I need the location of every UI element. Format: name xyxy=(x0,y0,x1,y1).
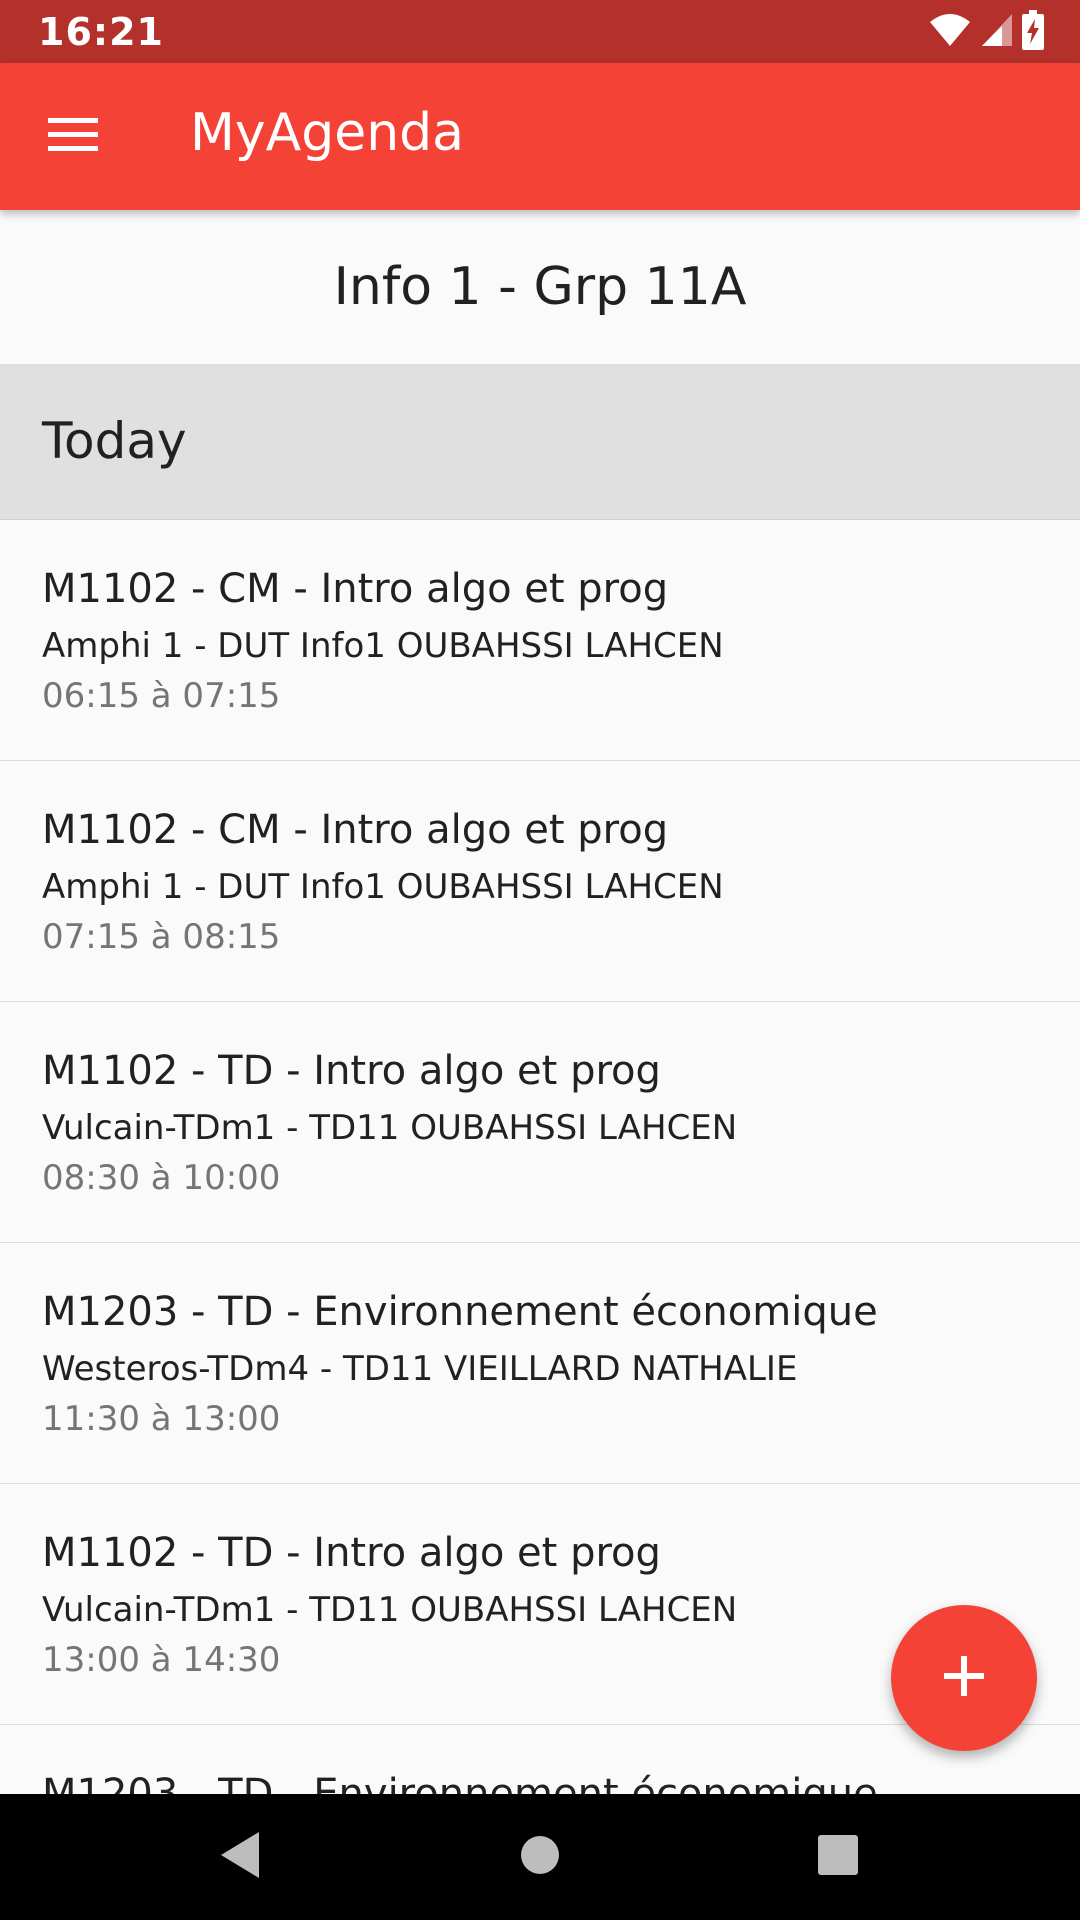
event-title: M1203 - TD - Environnement économique xyxy=(42,1289,878,1335)
home-icon xyxy=(519,1834,561,1880)
section-header-today: Today xyxy=(0,364,1080,520)
event-title: M1203 - TD - Environnement économique xyxy=(42,1771,878,1794)
navigation-bar xyxy=(0,1794,1080,1920)
hamburger-menu-icon xyxy=(48,116,98,156)
back-button[interactable] xyxy=(204,1822,274,1892)
event-time: 08:30 à 10:00 xyxy=(42,1158,281,1198)
recents-icon xyxy=(817,1834,859,1880)
event-location: Amphi 1 - DUT Info1 OUBAHSSI LAHCEN xyxy=(42,867,724,907)
list-item[interactable]: M1102 - TD - Intro algo et prog Vulcain-… xyxy=(0,1002,1080,1243)
battery-charging-icon xyxy=(1022,10,1044,54)
event-time: 07:15 à 08:15 xyxy=(42,917,281,957)
plus-icon xyxy=(942,1654,986,1702)
event-title: M1102 - CM - Intro algo et prog xyxy=(42,807,669,853)
status-bar: 16:21 xyxy=(0,0,1080,63)
event-title: M1102 - TD - Intro algo et prog xyxy=(42,1048,661,1094)
list-item[interactable]: M1203 - TD - Environnement économique We… xyxy=(0,1243,1080,1484)
event-title: M1102 - CM - Intro algo et prog xyxy=(42,566,669,612)
add-event-button[interactable] xyxy=(891,1605,1037,1751)
app-bar: MyAgenda xyxy=(0,63,1080,210)
signal-icon xyxy=(980,12,1014,52)
status-time: 16:21 xyxy=(38,10,164,54)
event-time: 11:30 à 13:00 xyxy=(42,1399,281,1439)
status-icons xyxy=(928,10,1044,54)
recents-button[interactable] xyxy=(803,1822,873,1892)
event-location: Westeros-TDm4 - TD11 VIEILLARD NATHALIE xyxy=(42,1349,798,1389)
wifi-icon xyxy=(928,12,972,52)
event-title: M1102 - TD - Intro algo et prog xyxy=(42,1530,661,1576)
event-list: M1102 - CM - Intro algo et prog Amphi 1 … xyxy=(0,520,1080,1794)
menu-button[interactable] xyxy=(34,101,112,171)
event-time: 13:00 à 14:30 xyxy=(42,1640,281,1680)
app-title: MyAgenda xyxy=(190,103,465,163)
section-label: Today xyxy=(42,412,187,470)
event-location: Vulcain-TDm1 - TD11 OUBAHSSI LAHCEN xyxy=(42,1590,738,1630)
list-item[interactable]: M1102 - CM - Intro algo et prog Amphi 1 … xyxy=(0,520,1080,761)
back-icon xyxy=(217,1830,261,1884)
group-title: Info 1 - Grp 11A xyxy=(0,210,1080,364)
event-location: Amphi 1 - DUT Info1 OUBAHSSI LAHCEN xyxy=(42,626,724,666)
home-button[interactable] xyxy=(505,1822,575,1892)
list-item[interactable]: M1102 - CM - Intro algo et prog Amphi 1 … xyxy=(0,761,1080,1002)
event-time: 06:15 à 07:15 xyxy=(42,676,281,716)
event-location: Vulcain-TDm1 - TD11 OUBAHSSI LAHCEN xyxy=(42,1108,738,1148)
